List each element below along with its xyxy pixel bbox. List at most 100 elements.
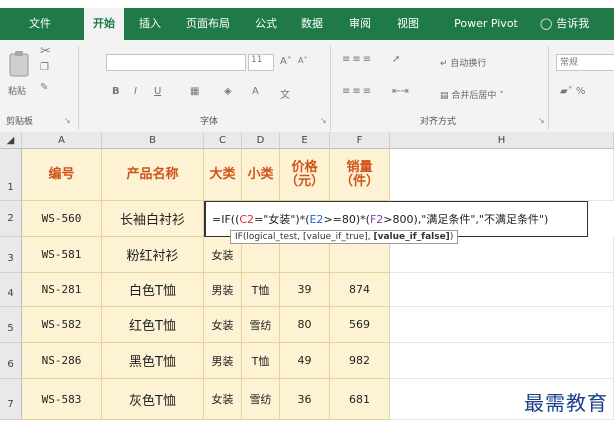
column-header-a[interactable]: A [22, 132, 102, 149]
table-cell[interactable]: 粉红衬衫 [102, 237, 204, 273]
table-cell[interactable]: 569 [330, 307, 390, 343]
wrap-text-button[interactable]: ↵ 自动换行 [440, 56, 486, 69]
header-cell[interactable]: 编号 [22, 149, 102, 201]
header-cell[interactable]: 小类 [242, 149, 280, 201]
group-divider [78, 46, 79, 130]
table-cell[interactable]: 男装 [204, 273, 242, 307]
alignment-launcher-icon[interactable]: ↘ [538, 116, 545, 125]
row-header-3[interactable]: 3 [0, 237, 22, 273]
watermark-text: 最需教育 [524, 391, 608, 415]
empty-cell[interactable] [390, 307, 614, 343]
column-header-c[interactable]: C [204, 132, 242, 149]
font-launcher-icon[interactable]: ↘ [320, 116, 327, 125]
table-cell[interactable]: 36 [280, 379, 330, 420]
tab-data[interactable]: 数据 [292, 8, 332, 40]
clipboard-group-label: 剪贴板 [6, 117, 34, 127]
table-cell[interactable]: 雪纺 [242, 307, 280, 343]
merge-icon: ▤ [440, 91, 452, 101]
row-header-7[interactable]: 7 [0, 379, 22, 420]
bold-button[interactable]: B [112, 86, 120, 97]
copy-icon[interactable]: ❐ [40, 62, 49, 73]
tell-me-search[interactable]: ◯ 告诉我 [540, 8, 614, 40]
align-center-icon[interactable]: ≡≡≡ [342, 86, 373, 97]
table-cell[interactable]: 女装 [204, 307, 242, 343]
tab-view[interactable]: 视图 [386, 8, 430, 40]
font-shrink-button[interactable]: A˅ [298, 56, 307, 65]
tab-review[interactable]: 审阅 [340, 8, 380, 40]
table-cell[interactable]: WS-560 [22, 201, 102, 237]
table-cell[interactable]: 红色T恤 [102, 307, 204, 343]
table-cell[interactable]: 黑色T恤 [102, 343, 204, 379]
table-cell[interactable]: 灰色T恤 [102, 379, 204, 420]
group-divider [548, 46, 549, 130]
tab-home[interactable]: 开始 [84, 8, 124, 40]
column-header-f[interactable]: F [330, 132, 390, 149]
table-cell[interactable]: 长袖白衬衫 [102, 201, 204, 237]
ref-e2: E2 [309, 212, 324, 226]
alignment-group-label: 对齐方式 [420, 117, 457, 127]
column-header-h[interactable]: H [390, 132, 614, 149]
font-size-select[interactable]: 11 [248, 54, 274, 71]
table-cell[interactable]: 男装 [204, 343, 242, 379]
row-header-1[interactable]: 1 [0, 149, 22, 201]
table-cell[interactable]: 雪纺 [242, 379, 280, 420]
table-cell[interactable]: 681 [330, 379, 390, 420]
tab-insert[interactable]: 插入 [130, 8, 170, 40]
empty-cell[interactable] [390, 343, 614, 379]
table-cell[interactable]: T恤 [242, 273, 280, 307]
column-header-e[interactable]: E [280, 132, 330, 149]
empty-cell[interactable] [390, 149, 614, 201]
phonetic-icon[interactable]: 文 [280, 86, 290, 101]
top-align-icon[interactable]: ≡≡≡ [342, 54, 373, 65]
number-format-select[interactable]: 常规 [556, 54, 614, 71]
table-cell[interactable]: 80 [280, 307, 330, 343]
row-header-2[interactable]: 2 [0, 201, 22, 237]
border-icon[interactable]: ▦ [190, 86, 199, 97]
lightbulb-icon: ◯ [540, 17, 553, 30]
header-cell[interactable]: 价格 （元） [280, 149, 330, 201]
tab-formulas[interactable]: 公式 [246, 8, 286, 40]
function-tooltip[interactable]: IF(logical_test, [value_if_true], [value… [230, 230, 459, 244]
table-cell[interactable]: 白色T恤 [102, 273, 204, 307]
table-cell[interactable]: 女装 [204, 379, 242, 420]
format-painter-icon[interactable]: ✎ [40, 82, 48, 93]
merge-center-button[interactable]: ▤ 合并后居中 ˅ [440, 88, 504, 101]
underline-button[interactable]: U [154, 86, 161, 97]
column-header-d[interactable]: D [242, 132, 280, 149]
row-header-6[interactable]: 6 [0, 343, 22, 379]
tab-file[interactable]: 文件 [20, 8, 60, 40]
header-cell[interactable]: 销量 （件） [330, 149, 390, 201]
table-cell[interactable]: NS-286 [22, 343, 102, 379]
table-cell[interactable]: 39 [280, 273, 330, 307]
table-cell[interactable]: 49 [280, 343, 330, 379]
font-color-icon[interactable]: A [252, 86, 259, 97]
table-cell[interactable]: T恤 [242, 343, 280, 379]
italic-button[interactable]: I [134, 86, 137, 97]
table-cell[interactable]: WS-582 [22, 307, 102, 343]
table-cell[interactable]: WS-583 [22, 379, 102, 420]
orientation-icon[interactable]: ➚ [392, 54, 400, 65]
tab-page-layout[interactable]: 页面布局 [180, 8, 236, 40]
clipboard-icon [9, 51, 29, 77]
table-cell[interactable]: 982 [330, 343, 390, 379]
row-header-5[interactable]: 5 [0, 307, 22, 343]
clipboard-launcher-icon[interactable]: ↘ [64, 116, 71, 125]
paste-button[interactable]: 粘贴 [6, 46, 32, 97]
empty-cell[interactable] [390, 273, 614, 307]
header-cell[interactable]: 产品名称 [102, 149, 204, 201]
select-all-corner[interactable]: ◢ [0, 132, 22, 149]
font-name-select[interactable] [106, 54, 246, 71]
cut-icon[interactable]: ✂ [40, 44, 51, 59]
indent-icon[interactable]: ⇤⇥ [392, 86, 409, 97]
fill-color-icon[interactable]: ◈ [224, 86, 232, 97]
currency-icon[interactable]: ▰˅ % [560, 86, 585, 97]
table-cell[interactable]: 874 [330, 273, 390, 307]
tab-power-pivot[interactable]: Power Pivot [446, 8, 526, 40]
font-grow-button[interactable]: A˄ [280, 56, 292, 67]
column-header-b[interactable]: B [102, 132, 204, 149]
table-cell[interactable]: WS-581 [22, 237, 102, 273]
header-cell[interactable]: 大类 [204, 149, 242, 201]
table-cell[interactable]: NS-281 [22, 273, 102, 307]
font-group-label: 字体 [200, 117, 219, 127]
row-header-4[interactable]: 4 [0, 273, 22, 307]
